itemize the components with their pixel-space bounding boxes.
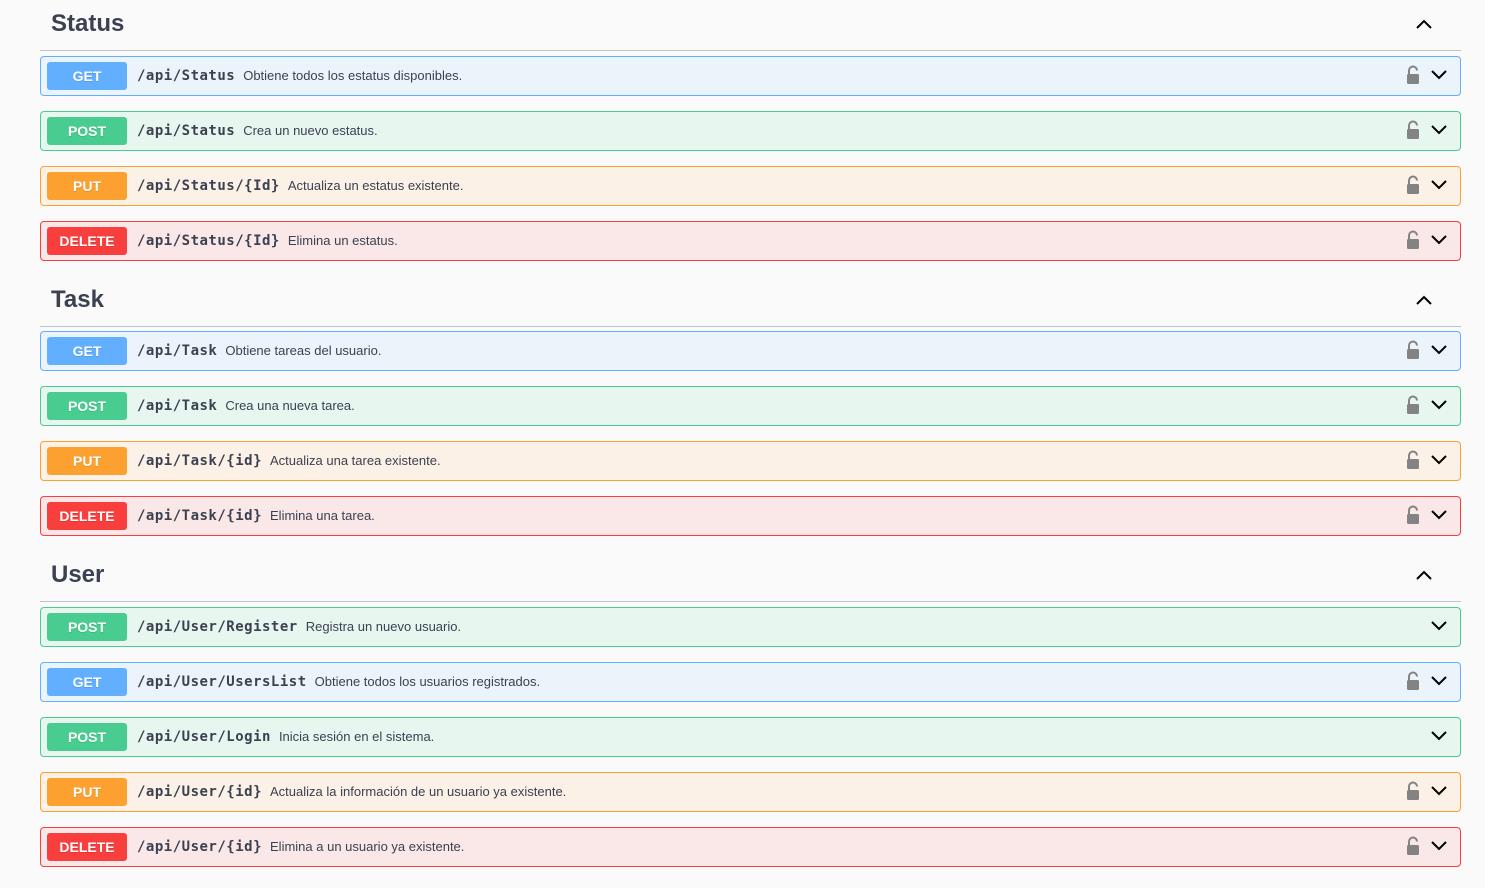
chevron-down-icon[interactable]: [1430, 727, 1448, 745]
unlocked-padlock-icon[interactable]: [1406, 175, 1420, 195]
method-badge: GET: [47, 62, 127, 90]
swagger-operations-page: Status GET /api/Status Obtiene todos los …: [0, 0, 1485, 888]
method-badge: PUT: [47, 447, 127, 475]
operation-path: /api/Status: [137, 68, 236, 84]
operation-summary: Actualiza la información de un usuario y…: [270, 784, 567, 799]
operation-path: /api/User/Register: [137, 619, 298, 635]
operation-put-user[interactable]: PUT /api/User/{id} Actualiza la informaci…: [40, 772, 1461, 812]
operation-summary: Obtiene todos los usuarios registrados.: [314, 674, 541, 689]
section-title: Status: [51, 10, 125, 37]
operation-path: /api/Status: [137, 123, 236, 139]
operation-summary: Elimina un estatus.: [287, 233, 398, 248]
method-badge: POST: [47, 117, 127, 145]
operation-path: /api/Task: [137, 343, 218, 359]
chevron-down-icon[interactable]: [1430, 672, 1448, 690]
operation-path: /api/Status/{Id}: [137, 178, 280, 194]
operation-summary: Actualiza un estatus existente.: [287, 178, 464, 193]
chevron-down-icon[interactable]: [1430, 782, 1448, 800]
method-badge: DELETE: [47, 227, 127, 255]
operation-summary: Crea una nueva tarea.: [225, 398, 355, 413]
operation-summary: Actualiza una tarea existente.: [270, 453, 441, 468]
chevron-up-icon[interactable]: [1414, 14, 1434, 34]
section-title: Task: [51, 286, 104, 313]
section-status: Status GET /api/Status Obtiene todos los …: [40, 0, 1461, 261]
operation-get-status[interactable]: GET /api/Status Obtiene todos los estatus…: [40, 56, 1461, 96]
chevron-down-icon[interactable]: [1430, 396, 1448, 414]
chevron-up-icon[interactable]: [1414, 290, 1434, 310]
operation-post-task[interactable]: POST /api/Task Crea una nueva tarea.: [40, 386, 1461, 426]
operation-path: /api/Task: [137, 398, 218, 414]
section-header-status[interactable]: Status: [40, 0, 1461, 51]
operation-delete-task[interactable]: DELETE /api/Task/{id} Elimina una tarea.: [40, 496, 1461, 536]
operation-path: /api/Task/{id}: [137, 453, 263, 469]
unlocked-padlock-icon[interactable]: [1406, 781, 1420, 801]
operation-path: /api/User/Login: [137, 729, 271, 745]
operation-put-status[interactable]: PUT /api/Status/{Id} Actualiza un estatus…: [40, 166, 1461, 206]
operation-summary: Elimina una tarea.: [270, 508, 375, 523]
unlocked-padlock-icon[interactable]: [1406, 340, 1420, 360]
unlocked-padlock-icon[interactable]: [1406, 505, 1420, 525]
chevron-down-icon[interactable]: [1430, 617, 1448, 635]
operation-path: /api/User/{id}: [137, 784, 263, 800]
method-badge: GET: [47, 668, 127, 696]
operation-get-user-userslist[interactable]: GET /api/User/UsersList Obtiene todos los…: [40, 662, 1461, 702]
chevron-down-icon[interactable]: [1430, 66, 1448, 84]
unlocked-padlock-icon[interactable]: [1406, 230, 1420, 250]
chevron-down-icon[interactable]: [1430, 837, 1448, 855]
operation-summary: Obtiene todos los estatus disponibles.: [243, 68, 463, 83]
operation-post-user-register[interactable]: POST /api/User/Register Registra un nuevo…: [40, 607, 1461, 647]
method-badge: DELETE: [47, 833, 127, 861]
operation-summary: Obtiene tareas del usuario.: [225, 343, 382, 358]
unlocked-padlock-icon[interactable]: [1406, 120, 1420, 140]
method-badge: POST: [47, 613, 127, 641]
method-badge: PUT: [47, 172, 127, 200]
section-header-user[interactable]: User: [40, 551, 1461, 602]
method-badge: PUT: [47, 778, 127, 806]
operation-path: /api/Status/{Id}: [137, 233, 280, 249]
operation-delete-status[interactable]: DELETE /api/Status/{Id} Elimina un estatu…: [40, 221, 1461, 261]
method-badge: DELETE: [47, 502, 127, 530]
section-user: User POST /api/User/Register Registra un …: [40, 551, 1461, 867]
chevron-down-icon[interactable]: [1430, 231, 1448, 249]
operation-path: /api/Task/{id}: [137, 508, 263, 524]
section-task: Task GET /api/Task Obtiene tareas del usu…: [40, 276, 1461, 536]
operation-delete-user[interactable]: DELETE /api/User/{id} Elimina a un usuari…: [40, 827, 1461, 867]
unlocked-padlock-icon[interactable]: [1406, 836, 1420, 856]
chevron-down-icon[interactable]: [1430, 341, 1448, 359]
method-badge: POST: [47, 392, 127, 420]
chevron-down-icon[interactable]: [1430, 121, 1448, 139]
method-badge: POST: [47, 723, 127, 751]
section-title: User: [51, 561, 105, 588]
section-header-task[interactable]: Task: [40, 276, 1461, 327]
operation-path: /api/User/UsersList: [137, 674, 307, 690]
operation-put-task[interactable]: PUT /api/Task/{id} Actualiza una tarea ex…: [40, 441, 1461, 481]
operation-path: /api/User/{id}: [137, 839, 263, 855]
chevron-down-icon[interactable]: [1430, 451, 1448, 469]
operation-summary: Crea un nuevo estatus.: [243, 123, 378, 138]
chevron-up-icon[interactable]: [1414, 565, 1434, 585]
operation-post-user-login[interactable]: POST /api/User/Login Inicia sesión en el …: [40, 717, 1461, 757]
method-badge: GET: [47, 337, 127, 365]
unlocked-padlock-icon[interactable]: [1406, 450, 1420, 470]
operation-summary: Inicia sesión en el sistema.: [278, 729, 435, 744]
chevron-down-icon[interactable]: [1430, 506, 1448, 524]
operation-get-task[interactable]: GET /api/Task Obtiene tareas del usuario.: [40, 331, 1461, 371]
chevron-down-icon[interactable]: [1430, 176, 1448, 194]
operation-post-status[interactable]: POST /api/Status Crea un nuevo estatus.: [40, 111, 1461, 151]
operation-summary: Registra un nuevo usuario.: [305, 619, 462, 634]
unlocked-padlock-icon[interactable]: [1406, 65, 1420, 85]
operation-summary: Elimina a un usuario ya existente.: [270, 839, 465, 854]
unlocked-padlock-icon[interactable]: [1406, 671, 1420, 691]
unlocked-padlock-icon[interactable]: [1406, 395, 1420, 415]
